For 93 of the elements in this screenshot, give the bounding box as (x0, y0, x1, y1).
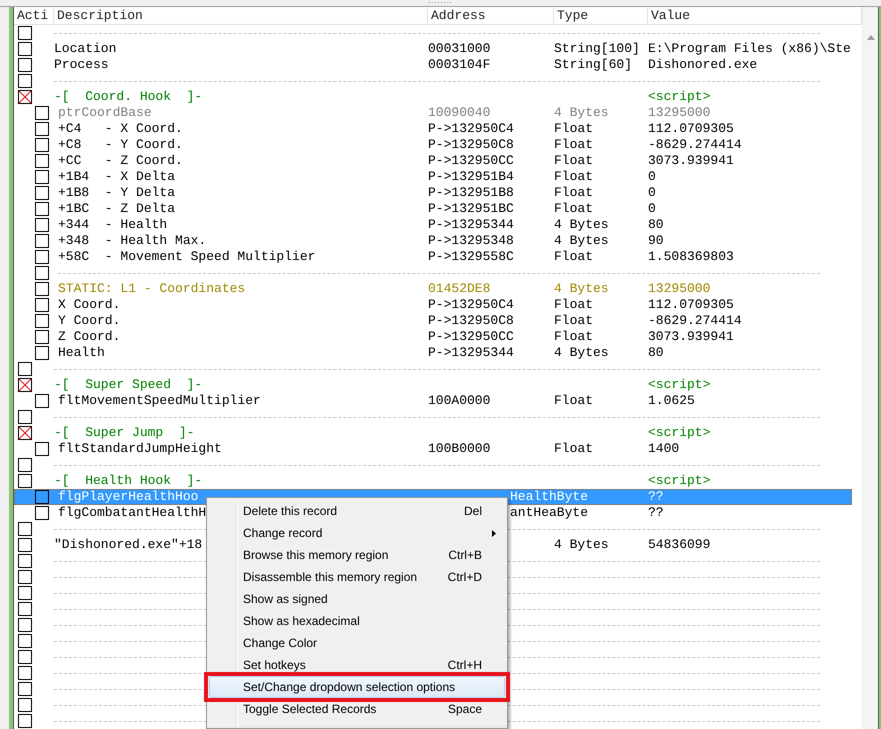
description-text: Z Coord. (58, 329, 120, 345)
value-text: 112.0709305 (648, 121, 734, 136)
value-text: <script> (648, 377, 710, 392)
description-text: X Coord. (58, 297, 120, 313)
value-text: ?? (648, 505, 664, 520)
description-text: +C4 - X Coord. (58, 121, 183, 137)
type-text: String[100] (554, 41, 640, 56)
address-text: P->132950CC (428, 329, 514, 344)
value-text: 1400 (648, 441, 680, 456)
value-text: 3073.939941 (648, 329, 734, 344)
type-text: 4 Bytes (554, 281, 609, 296)
description-text: "Dishonored.exe"+18 (54, 537, 202, 553)
address-text: 00031000 (428, 41, 490, 56)
type-text: Float (554, 329, 594, 344)
address-text: P->1329558C (428, 249, 514, 264)
description-text: +CC - Z Coord. (58, 153, 183, 169)
description-text: +344 - Health (58, 217, 168, 233)
type-text: 4 Bytes (554, 217, 609, 232)
value-text: 0 (648, 169, 656, 184)
address-text: antHeaByte (510, 505, 588, 520)
address-text: P->132950C4 (428, 297, 514, 312)
value-text: <script> (648, 425, 710, 440)
value-text: Dishonored.exe (648, 57, 758, 72)
type-text: Float (554, 185, 594, 200)
address-text: 01452DE8 (428, 281, 490, 296)
type-text: 4 Bytes (554, 105, 609, 120)
type-text: Float (554, 393, 594, 408)
address-text: P->132950C8 (428, 137, 514, 152)
type-text: Float (554, 121, 594, 136)
address-text: P->132950C4 (428, 121, 514, 136)
description-text: fltStandardJumpHeight (58, 441, 222, 457)
value-text: 1.508369803 (648, 249, 734, 264)
value-text: 54836099 (648, 537, 710, 552)
address-text: 10090040 (428, 105, 490, 120)
description-text: Process (54, 57, 109, 73)
description-text: +58C - Movement Speed Multiplier (58, 249, 316, 265)
value-text: 3073.939941 (648, 153, 734, 168)
description-text: flgCombatantHealthH (58, 505, 206, 521)
value-text: E:\Program Files (x86)\Ste (648, 41, 851, 56)
type-text: 4 Bytes (554, 345, 609, 360)
description-text: -[ Super Speed ]- (54, 377, 202, 393)
type-text: Float (554, 137, 594, 152)
value-text: 0 (648, 185, 656, 200)
description-text: -[ Super Jump ]- (54, 425, 194, 441)
address-text: P->132951B8 (428, 185, 514, 200)
address-text: HealthByte (510, 489, 588, 504)
description-text: +1BC - Z Delta (58, 201, 176, 217)
description-text: -[ Health Hook ]- (54, 473, 202, 489)
address-text: P->132950C8 (428, 313, 514, 328)
value-text: ?? (648, 489, 664, 504)
type-text: String[60] (554, 57, 632, 72)
value-text: 0 (648, 201, 656, 216)
type-text: Float (554, 297, 594, 312)
value-text: -8629.274414 (648, 313, 742, 328)
address-text: P->13295348 (428, 233, 514, 248)
type-text: Float (554, 249, 594, 264)
value-text: 80 (648, 345, 664, 360)
type-text: 4 Bytes (554, 537, 609, 552)
type-text: 4 Bytes (554, 233, 609, 248)
value-text: -8629.274414 (648, 137, 742, 152)
description-text: fltMovementSpeedMultiplier (58, 393, 261, 409)
description-text: +1B8 - Y Delta (58, 185, 176, 201)
type-text: Float (554, 153, 594, 168)
value-text: 13295000 (648, 281, 710, 296)
description-text: +348 - Health Max. (58, 233, 206, 249)
description-text: Location (54, 41, 116, 57)
description-text: STATIC: L1 - Coordinates (58, 281, 246, 297)
value-text: <script> (648, 89, 710, 104)
value-text: 112.0709305 (648, 297, 734, 312)
address-text: P->132951B4 (428, 169, 514, 184)
description-text: Y Coord. (58, 313, 120, 329)
type-text: Float (554, 313, 594, 328)
address-text: P->132950CC (428, 153, 514, 168)
address-text: 0003104F (428, 57, 490, 72)
address-text: P->132951BC (428, 201, 514, 216)
description-text: Health (58, 345, 105, 361)
description-text: +1B4 - X Delta (58, 169, 176, 185)
address-text: 100B0000 (428, 441, 490, 456)
type-text: Float (554, 201, 594, 216)
value-text: <script> (648, 473, 710, 488)
address-text: P->13295344 (428, 217, 514, 232)
value-text: 80 (648, 217, 664, 232)
description-text: +C8 - Y Coord. (58, 137, 183, 153)
value-text: 1.0625 (648, 393, 695, 408)
value-text: 13295000 (648, 105, 710, 120)
type-text: Float (554, 441, 594, 456)
address-text: P->13295344 (428, 345, 514, 360)
value-text: 90 (648, 233, 664, 248)
description-text: ptrCoordBase (58, 105, 152, 121)
address-text: 100A0000 (428, 393, 490, 408)
description-text: flgPlayerHealthHoo (58, 489, 198, 505)
type-text: Float (554, 169, 594, 184)
description-text: -[ Coord. Hook ]- (54, 89, 202, 105)
